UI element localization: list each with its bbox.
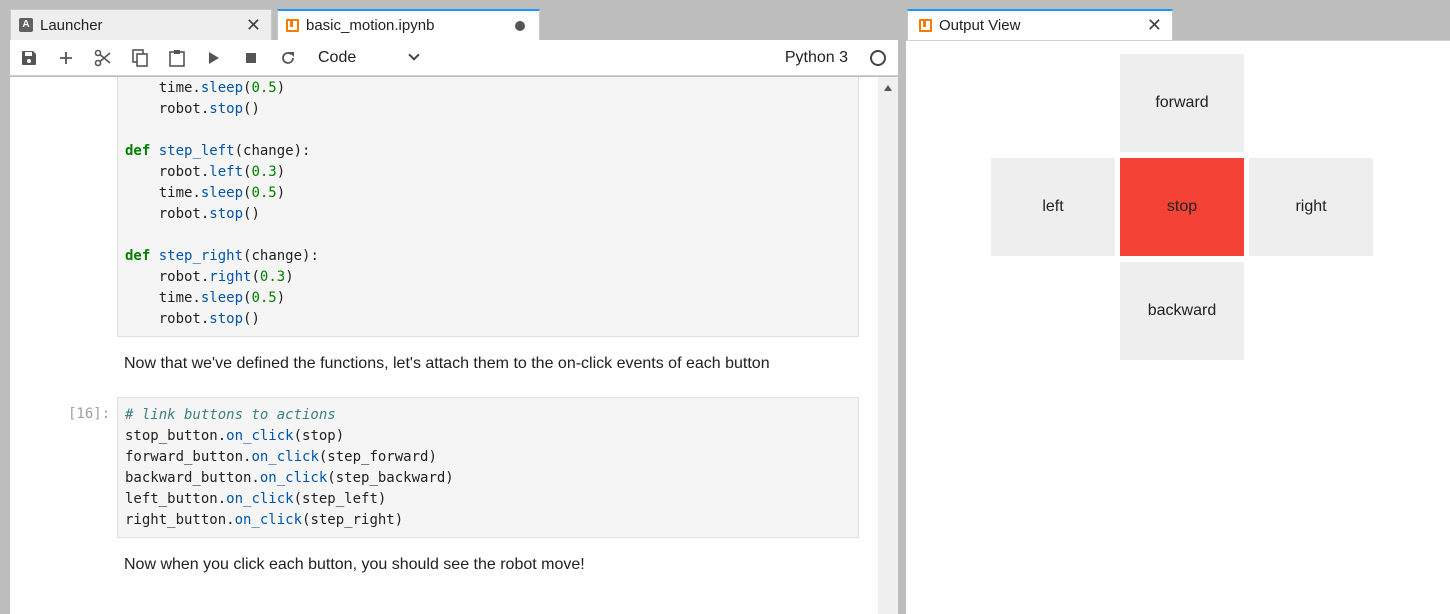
code-line: stop_button.on_click(stop)	[125, 428, 345, 444]
right-button[interactable]: right	[1249, 158, 1373, 256]
tab-output-label: Output View	[939, 17, 1021, 34]
run-icon[interactable]	[195, 40, 232, 76]
code-line: time.sleep(0.5)	[125, 80, 286, 96]
code-line: def step_right(change):	[125, 248, 319, 264]
tab-notebook-label: basic_motion.ipynb	[306, 17, 435, 34]
tab-launcher[interactable]: A Launcher ✕	[10, 9, 272, 40]
chevron-down-icon	[408, 49, 420, 61]
forward-button[interactable]: forward	[1120, 54, 1244, 152]
code-line: def step_left(change):	[125, 143, 311, 159]
code-line: robot.stop()	[125, 101, 260, 117]
kernel-status-icon	[870, 49, 886, 66]
unsaved-indicator-icon[interactable]	[515, 21, 525, 31]
scroll-up-icon[interactable]	[884, 85, 892, 91]
execution-prompt: [16]:	[68, 406, 111, 422]
code-cell-input[interactable]: # link buttons to actions stop_button.on_…	[117, 397, 859, 538]
tab-output-view[interactable]: Output View ✕	[907, 9, 1173, 40]
cell-type-select[interactable]: Code	[318, 48, 420, 67]
save-icon[interactable]	[10, 40, 47, 76]
paste-icon[interactable]	[158, 40, 195, 76]
kernel-name[interactable]: Python 3	[785, 49, 848, 67]
output-view-panel: Output View ✕ forward left stop right ba…	[906, 0, 1450, 614]
output-area: forward left stop right backward	[906, 40, 1450, 614]
markdown-text: Now that we've defined the functions, le…	[124, 355, 770, 372]
tab-notebook[interactable]: basic_motion.ipynb	[277, 9, 540, 40]
markdown-text: Now when you click each button, you shou…	[124, 556, 585, 573]
code-line: time.sleep(0.5)	[125, 185, 286, 201]
code-line: robot.stop()	[125, 311, 260, 327]
copy-icon[interactable]	[121, 40, 158, 76]
cell-type-value: Code	[318, 48, 357, 66]
code-cell-input[interactable]: time.sleep(0.5) robot.stop() def step_le…	[117, 77, 859, 337]
notebook-content: time.sleep(0.5) robot.stop() def step_le…	[10, 77, 898, 614]
close-icon[interactable]: ✕	[1147, 15, 1162, 36]
code-line: robot.stop()	[125, 206, 260, 222]
cut-icon[interactable]	[84, 40, 121, 76]
backward-button[interactable]: backward	[1120, 262, 1244, 360]
code-line: backward_button.on_click(step_backward)	[125, 470, 454, 486]
notebook-icon	[919, 19, 932, 32]
code-line: robot.right(0.3)	[125, 269, 294, 285]
stop-icon[interactable]	[232, 40, 269, 76]
notebook-tab-bar: A Launcher ✕ basic_motion.ipynb	[0, 0, 900, 40]
launcher-icon: A	[19, 18, 33, 32]
code-line: robot.left(0.3)	[125, 164, 286, 180]
add-icon[interactable]	[47, 40, 84, 76]
left-button[interactable]: left	[991, 158, 1115, 256]
vertical-scrollbar[interactable]	[878, 77, 898, 614]
notebook-toolbar: Code Python 3	[10, 40, 898, 76]
close-icon[interactable]: ✕	[246, 15, 261, 36]
code-line: forward_button.on_click(step_forward)	[125, 449, 437, 465]
code-line: right_button.on_click(step_right)	[125, 512, 404, 528]
notebook-panel: A Launcher ✕ basic_motion.ipynb Code Pyt…	[0, 0, 900, 614]
code-line: time.sleep(0.5)	[125, 290, 286, 306]
code-line: # link buttons to actions	[125, 407, 336, 423]
restart-icon[interactable]	[269, 40, 306, 76]
notebook-icon	[286, 19, 299, 32]
stop-button[interactable]: stop	[1120, 158, 1244, 256]
code-line: left_button.on_click(step_left)	[125, 491, 387, 507]
tab-launcher-label: Launcher	[40, 16, 103, 34]
